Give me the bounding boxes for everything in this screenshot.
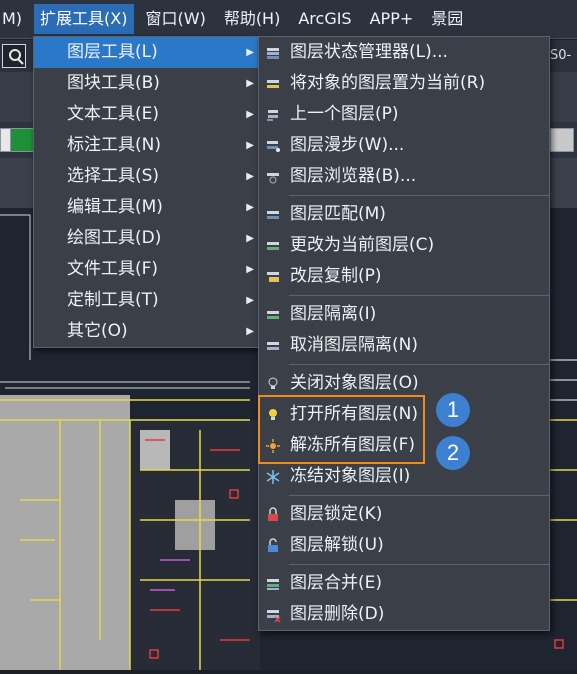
- grid-tool-icon[interactable]: [10, 128, 34, 152]
- snowflake-freeze-icon: [266, 470, 280, 484]
- layer-merge-icon: [267, 579, 279, 590]
- menu-help[interactable]: 帮助(H): [218, 4, 287, 34]
- menu-item-edit-tools[interactable]: 编辑工具(M) ▶: [34, 192, 260, 223]
- menu-item-layer-merge[interactable]: 图层合并(E): [259, 568, 549, 599]
- menu-item-draw-tools[interactable]: 绘图工具(D) ▶: [34, 223, 260, 254]
- layer-unisolate-icon: [267, 342, 279, 350]
- menu-item-layer-unisolate[interactable]: 取消图层隔离(N): [259, 330, 549, 361]
- menu-item-layer-match[interactable]: 图层匹配(M): [259, 199, 549, 230]
- menu-bar: M) 扩展工具(X) 窗口(W) 帮助(H) ArcGIS APP+ 景园: [0, 0, 577, 39]
- layer-state-icon: [267, 48, 279, 59]
- layer-delete-icon: [267, 610, 281, 623]
- menu-item-custom-tools[interactable]: 定制工具(T) ▶: [34, 285, 260, 316]
- layer-off-icon: [268, 377, 278, 389]
- menu-item-layer-tools[interactable]: 图层工具(L) ▶: [34, 37, 260, 68]
- copy-layer-icon: [267, 272, 279, 282]
- layer-name-field[interactable]: S0-: [550, 48, 571, 63]
- layer-current-icon: [267, 80, 279, 88]
- menu-item-copy-to-layer[interactable]: 改层复制(P): [259, 261, 549, 292]
- menu-item-select-tools[interactable]: 选择工具(S) ▶: [34, 161, 260, 192]
- menu-item-label: 图层删除(D): [290, 604, 385, 624]
- menu-item-label: 其它(O): [67, 321, 128, 341]
- menu-separator: [289, 195, 549, 196]
- menu-item-previous-layer[interactable]: 上一个图层(P): [259, 99, 549, 130]
- menu-item-label: 编辑工具(M): [67, 197, 163, 217]
- extend-tools-menu: 图层工具(L) ▶ 图块工具(B) ▶ 文本工具(E) ▶ 标注工具(N) ▶ …: [33, 36, 261, 348]
- menu-item-label: 绘图工具(D): [67, 228, 162, 248]
- menu-item-label: 将对象的图层置为当前(R): [290, 73, 486, 93]
- menu-landscape[interactable]: 景园: [425, 4, 469, 34]
- menu-separator: [289, 295, 549, 296]
- menu-item-layer-state-manager[interactable]: 图层状态管理器(L)...: [259, 37, 549, 68]
- menu-item-label: 上一个图层(P): [290, 104, 399, 124]
- menu-item-make-object-layer-current[interactable]: 将对象的图层置为当前(R): [259, 68, 549, 99]
- menu-item-block-tools[interactable]: 图块工具(B) ▶: [34, 68, 260, 99]
- zoom-icon[interactable]: [2, 44, 26, 68]
- menu-arcgis[interactable]: ArcGIS: [292, 4, 357, 34]
- menu-separator: [289, 564, 549, 565]
- menu-item-label: 冻结对象图层(I): [290, 466, 411, 486]
- menu-item-label: 图层漫步(W)...: [290, 135, 405, 155]
- menu-item-file-tools[interactable]: 文件工具(F) ▶: [34, 254, 260, 285]
- menu-item-label: 图层状态管理器(L)...: [290, 42, 448, 62]
- menu-item-label: 改层复制(P): [290, 266, 382, 286]
- menu-item-label: 关闭对象图层(O): [290, 373, 419, 393]
- layer-tools-submenu: 图层状态管理器(L)... 将对象的图层置为当前(R) 上一个图层(P) 图层漫…: [258, 36, 550, 631]
- layer-match-icon: [267, 211, 279, 219]
- menu-item-layer-delete[interactable]: 图层删除(D): [259, 599, 549, 630]
- step-badge-1: 1: [436, 393, 470, 427]
- layer-isolate-icon: [267, 311, 279, 319]
- submenu-arrow-icon: ▶: [246, 47, 254, 58]
- layer-browser-icon: [267, 173, 279, 184]
- menu-item-freeze-object-layer[interactable]: 冻结对象图层(I): [259, 461, 549, 492]
- highlight-box: [258, 395, 425, 464]
- menu-item-label: 取消图层隔离(N): [290, 335, 418, 355]
- menu-item-layer-walk[interactable]: 图层漫步(W)...: [259, 130, 549, 161]
- menu-item-label: 文件工具(F): [67, 259, 159, 279]
- lock-icon: [268, 507, 278, 521]
- menu-item-label: 选择工具(S): [67, 166, 160, 186]
- menu-item-text-tools[interactable]: 文本工具(E) ▶: [34, 99, 260, 130]
- menu-item-label: 图层浏览器(B)...: [290, 166, 417, 186]
- menu-item-layer-browser[interactable]: 图层浏览器(B)...: [259, 161, 549, 192]
- menu-item-label: 图层匹配(M): [290, 204, 386, 224]
- menu-separator: [289, 495, 549, 496]
- menu-app-plus[interactable]: APP+: [364, 4, 420, 34]
- submenu-arrow-icon: ▶: [246, 295, 254, 306]
- menu-item-layer-unlock[interactable]: 图层解锁(U): [259, 530, 549, 561]
- menu-item-other[interactable]: 其它(O) ▶: [34, 316, 260, 347]
- menu-item-label: 更改为当前图层(C): [290, 235, 435, 255]
- unlock-icon: [268, 538, 278, 552]
- menu-extend-tools[interactable]: 扩展工具(X): [34, 4, 134, 34]
- menu-item-label: 图层合并(E): [290, 573, 383, 593]
- submenu-arrow-icon: ▶: [246, 171, 254, 182]
- submenu-arrow-icon: ▶: [246, 326, 254, 337]
- submenu-arrow-icon: ▶: [246, 264, 254, 275]
- change-layer-icon: [267, 242, 279, 250]
- menu-item-label: 标注工具(N): [67, 135, 161, 155]
- layer-previous-icon: [267, 110, 278, 121]
- menu-item-label: 图块工具(B): [67, 73, 160, 93]
- layer-walk-icon: [267, 141, 280, 152]
- menu-item-label: 文本工具(E): [67, 104, 160, 124]
- menu-item-layer-lock[interactable]: 图层锁定(K): [259, 499, 549, 530]
- menu-item-dimension-tools[interactable]: 标注工具(N) ▶: [34, 130, 260, 161]
- menu-item-label: 图层解锁(U): [290, 535, 384, 555]
- menu-item-label: 图层工具(L): [67, 42, 158, 62]
- submenu-arrow-icon: ▶: [246, 202, 254, 213]
- menu-window[interactable]: 窗口(W): [140, 4, 212, 34]
- submenu-arrow-icon: ▶: [246, 140, 254, 151]
- menu-item-label: 定制工具(T): [67, 290, 159, 310]
- submenu-arrow-icon: ▶: [246, 109, 254, 120]
- menu-item-label: 图层隔离(I): [290, 304, 377, 324]
- step-badge-2: 2: [436, 436, 470, 470]
- pattern-tool-icon[interactable]: [550, 128, 574, 152]
- menu-modify[interactable]: M): [0, 4, 28, 34]
- menu-item-label: 图层锁定(K): [290, 504, 383, 524]
- submenu-arrow-icon: ▶: [246, 78, 254, 89]
- submenu-arrow-icon: ▶: [246, 233, 254, 244]
- menu-item-layer-isolate[interactable]: 图层隔离(I): [259, 299, 549, 330]
- menu-item-change-to-current-layer[interactable]: 更改为当前图层(C): [259, 230, 549, 261]
- menu-separator: [289, 364, 549, 365]
